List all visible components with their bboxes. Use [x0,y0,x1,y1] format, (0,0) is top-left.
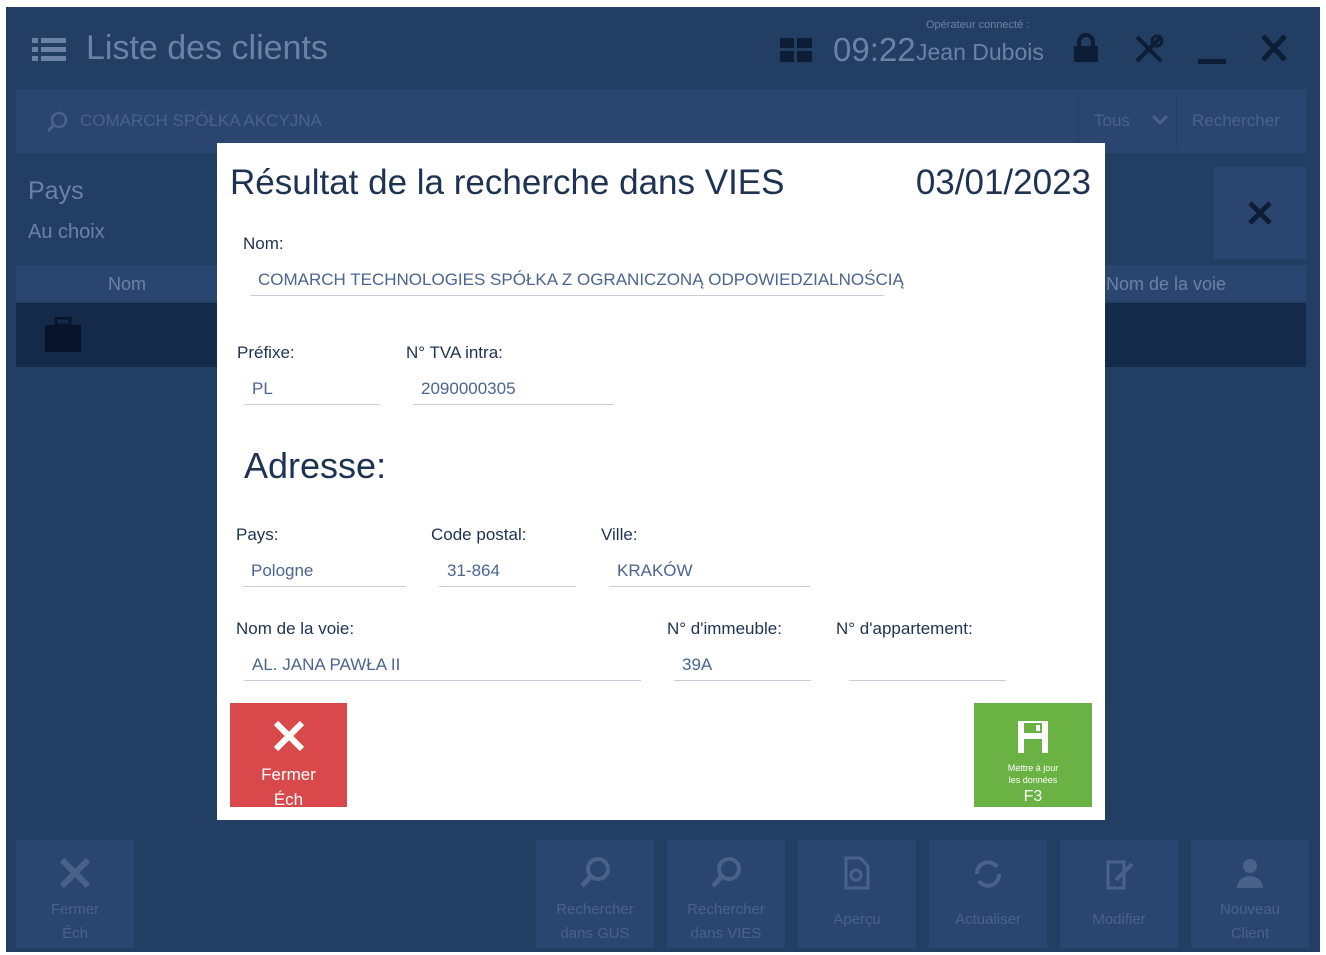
street-label: Nom de la voie: [236,619,355,638]
button-label: Fermer [261,765,316,784]
divider [1078,93,1079,149]
page-title: Liste des clients [86,29,328,67]
edit-icon [1106,860,1134,890]
close-icon [59,857,91,889]
prefix-field[interactable]: PL [244,376,380,405]
apartment-number-field[interactable] [849,652,1006,681]
column-header-name[interactable]: Nom [108,274,146,295]
search-gus-button[interactable]: Rechercher dans GUS [536,840,654,948]
street-field[interactable]: AL. JANA PAWŁA II [244,652,641,681]
search-icon [711,857,741,888]
add-user-icon [1237,859,1263,888]
search-input[interactable]: COMARCH SPÓŁKA AKCYJNA [80,111,322,131]
top-bar: Liste des clients 09:22 Opérateur connec… [6,7,1320,91]
apartment-number-label: N° d'appartement: [836,619,973,638]
search-icon [46,111,68,133]
minimize-icon[interactable] [1198,33,1226,65]
button-label: Nouveau [1219,901,1281,918]
button-label: Fermer [50,901,100,918]
country-label: Pays: [236,525,279,544]
postal-code-field[interactable]: 31-864 [439,558,576,587]
button-label: Mettre à jour [1007,763,1059,773]
address-heading: Adresse: [244,445,387,486]
button-label: Modifier [1092,911,1146,928]
dialog-date: 03/01/2023 [915,163,1091,202]
search-button[interactable]: Rechercher [1192,111,1280,131]
postal-code-label: Code postal: [431,525,527,544]
vies-result-dialog: Résultat de la recherche dans VIES 03/01… [217,143,1105,820]
button-label: Client [1230,925,1270,942]
scope-value: Tous [1094,111,1130,130]
building-number-field[interactable]: 39A [674,652,811,681]
close-dialog-button[interactable]: Fermer Éch [230,703,347,809]
menu-list-icon[interactable] [32,37,66,63]
button-label: Rechercher [687,901,765,918]
button-label: Rechercher [556,901,634,918]
close-icon [1248,201,1272,225]
close-window-button[interactable]: Fermer Éch [16,840,134,948]
button-shortcut: F3 [1023,788,1043,805]
country-field[interactable]: Pologne [243,558,406,587]
name-field[interactable]: COMARCH TECHNOLOGIES SPÓŁKA Z OGRANICZON… [250,267,904,296]
refresh-button[interactable]: Actualiser [929,840,1047,948]
clock: 09:22 [833,31,916,68]
close-icon [273,720,304,752]
building-number-label: N° d'immeuble: [667,619,782,638]
tiles-icon[interactable] [780,38,812,62]
button-shortcut: Éch [62,925,88,942]
tools-icon[interactable] [1133,33,1165,65]
briefcase-icon [45,317,81,352]
prefix-label: Préfixe: [237,343,295,362]
button-label: Actualiser [955,911,1021,928]
city-label: Ville: [601,525,638,544]
vat-field[interactable]: 2090000305 [413,376,614,405]
button-label: Aperçu [833,911,881,928]
search-icon [580,857,610,888]
dialog-title: Résultat de la recherche dans VIES [230,163,785,202]
city-field[interactable]: KRAKÓW [609,558,810,587]
filter-value: Au choix [28,221,105,243]
bottom-toolbar: Fermer Éch Rechercher dans GUS Recherche… [6,837,1320,952]
edit-button[interactable]: Modifier [1060,840,1178,948]
chevron-down-icon [1151,114,1168,126]
close-app-icon[interactable] [1260,33,1288,63]
button-shortcut: Éch [273,790,304,809]
operator-label: Opérateur connecté : [926,19,1030,31]
save-icon [1018,721,1048,753]
clear-filter-button[interactable] [1214,167,1306,259]
preview-button[interactable]: Aperçu [798,840,916,948]
button-label: les données [1008,775,1058,785]
button-label: dans GUS [560,925,630,942]
lock-icon[interactable] [1072,33,1100,63]
vat-label: N° TVA intra: [406,343,503,362]
new-client-button[interactable]: Nouveau Client [1191,840,1309,948]
filter-label: Pays [28,177,84,205]
column-header-street[interactable]: Nom de la voie [1106,274,1226,295]
document-search-icon [844,856,870,890]
button-label: dans VIES [690,925,762,942]
name-label: Nom: [243,234,284,253]
refresh-icon [975,860,1001,888]
search-vies-button[interactable]: Rechercher dans VIES [667,840,785,948]
divider [1176,93,1177,149]
operator-name: Jean Dubois [916,39,1044,65]
scope-dropdown[interactable]: Tous [1094,111,1169,131]
update-data-button[interactable]: Mettre à jour les données F3 [974,703,1092,807]
